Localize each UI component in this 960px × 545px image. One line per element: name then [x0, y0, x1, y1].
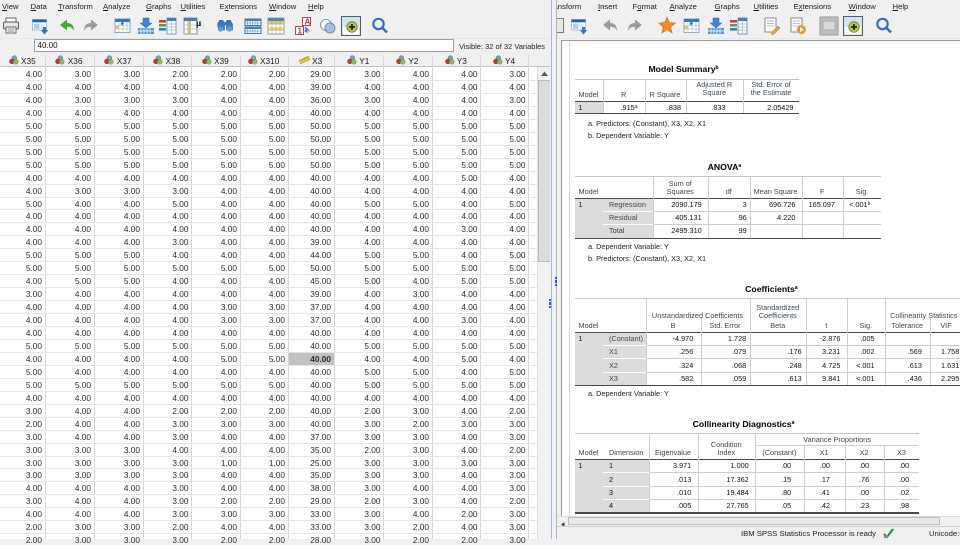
svg-text:μ: μ: [196, 18, 201, 28]
svg-text:1: 1: [298, 26, 303, 35]
svg-text:A: A: [305, 17, 311, 26]
